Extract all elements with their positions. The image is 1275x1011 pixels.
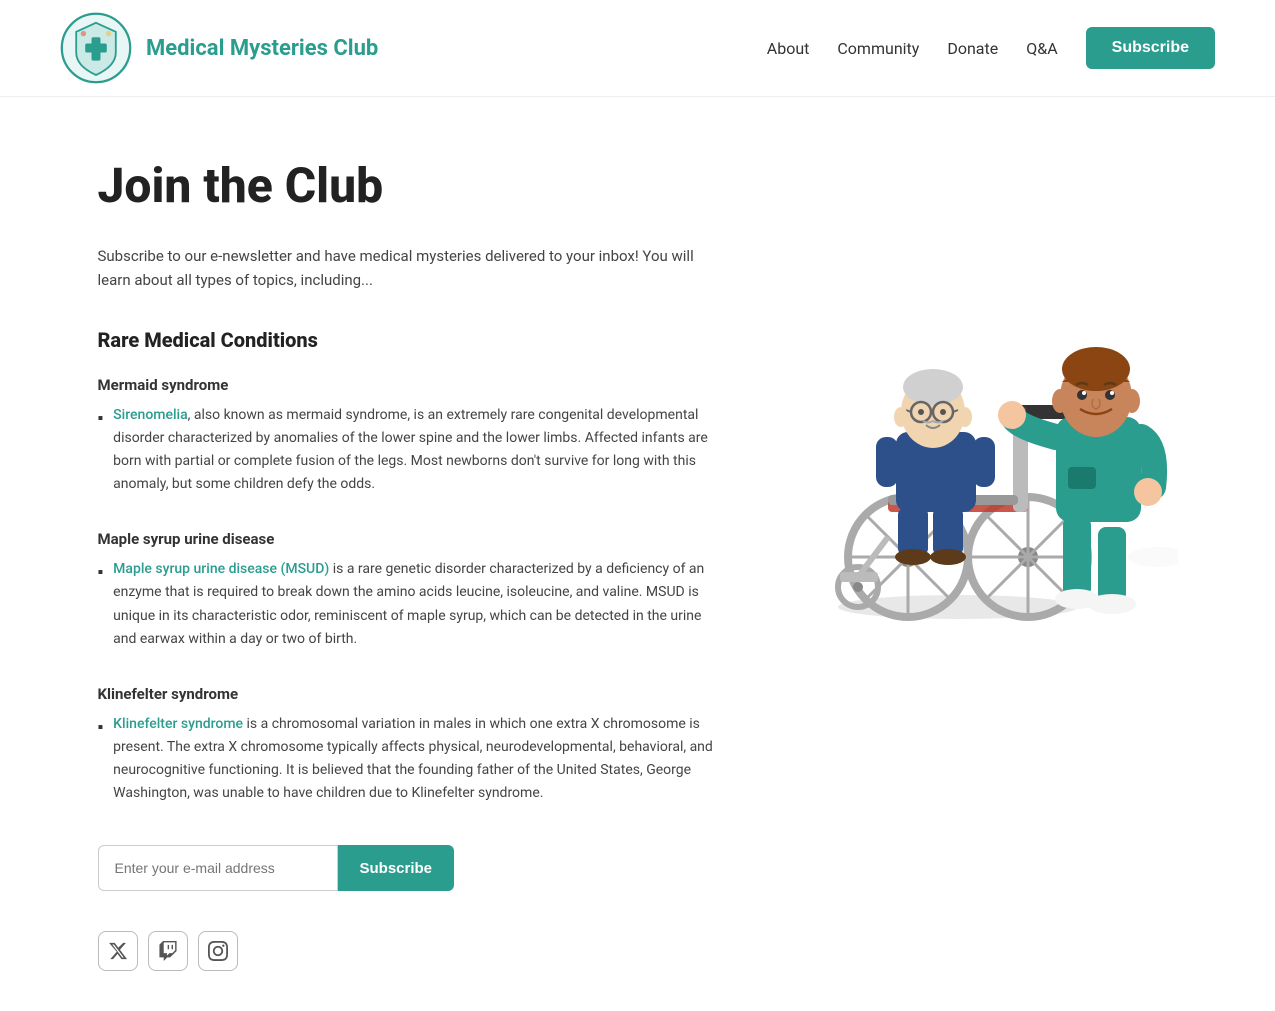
condition-mermaid: Mermaid syndrome ▪ Sirenomelia, also kno… [98,376,718,496]
main-nav: About Community Donate Q&A Subscribe [767,27,1215,69]
twitter-icon [108,941,128,961]
bullet-msud: ▪ Maple syrup urine disease (MSUD) is a … [98,558,718,650]
subscribe-form: Subscribe [98,845,718,891]
header-subscribe-button[interactable]: Subscribe [1086,27,1215,69]
nav-community[interactable]: Community [837,39,919,58]
instagram-icon [208,941,228,961]
bullet-klinefelter-text: Klinefelter syndrome is a chromosomal va… [113,713,717,805]
bullet-mermaid-text: Sirenomelia, also known as mermaid syndr… [113,404,717,496]
condition-title-mermaid: Mermaid syndrome [98,376,718,394]
nav-about[interactable]: About [767,39,810,58]
bullet-square-klinefelter: ▪ [98,714,104,805]
condition-title-klinefelter: Klinefelter syndrome [98,685,718,703]
bullet-mermaid: ▪ Sirenomelia, also known as mermaid syn… [98,404,718,496]
sirenomelia-link[interactable]: Sirenomelia [113,407,187,423]
illustration-area [758,157,1178,971]
twitch-icon-button[interactable] [148,931,188,971]
instagram-icon-button[interactable] [198,931,238,971]
bullet-msud-text: Maple syrup urine disease (MSUD) is a ra… [113,558,717,650]
condition-klinefelter: Klinefelter syndrome ▪ Klinefelter syndr… [98,685,718,805]
klinefelter-link[interactable]: Klinefelter syndrome [113,716,243,732]
bullet-klinefelter: ▪ Klinefelter syndrome is a chromosomal … [98,713,718,805]
medical-illustration [758,217,1178,637]
nav-qanda[interactable]: Q&A [1026,39,1057,58]
main-content: Join the Club Subscribe to our e-newslet… [98,157,718,971]
social-icons [98,931,718,971]
section-heading: Rare Medical Conditions [98,328,718,352]
logo-icon [60,12,132,84]
site-title: Medical Mysteries Club [146,36,378,61]
mermaid-desc: , also known as mermaid syndrome, is an … [113,407,708,492]
nav-donate[interactable]: Donate [947,39,998,58]
bullet-square-mermaid: ▪ [98,405,104,496]
form-subscribe-button[interactable]: Subscribe [338,845,455,891]
page-title: Join the Club [98,157,718,214]
condition-msud: Maple syrup urine disease ▪ Maple syrup … [98,530,718,650]
msud-link[interactable]: Maple syrup urine disease (MSUD) [113,561,329,577]
condition-title-msud: Maple syrup urine disease [98,530,718,548]
twitter-icon-button[interactable] [98,931,138,971]
email-input[interactable] [98,845,338,891]
intro-text: Subscribe to our e-newsletter and have m… [98,244,718,292]
twitch-icon [158,941,178,961]
bullet-square-msud: ▪ [98,559,104,650]
logo-link[interactable]: Medical Mysteries Club [60,12,378,84]
